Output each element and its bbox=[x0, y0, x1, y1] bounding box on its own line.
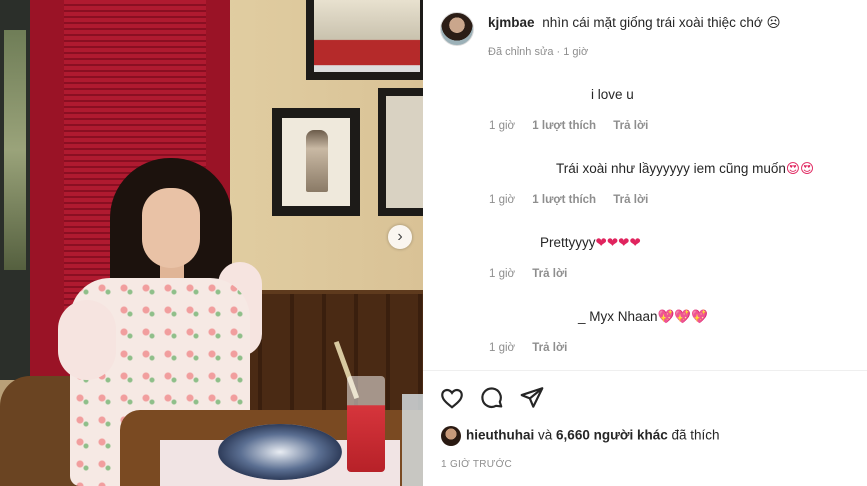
author-avatar[interactable] bbox=[440, 12, 474, 46]
photo-person-sleeve-left bbox=[58, 300, 116, 380]
comments-panel: kjmbae nhìn cái mặt giống trái xoài thiệ… bbox=[423, 0, 867, 486]
comment-text: Prettyyyy❤❤❤❤ bbox=[540, 235, 641, 251]
comment-emoji: 💖💖💖 bbox=[657, 309, 708, 325]
comment-body: i love u bbox=[591, 87, 634, 102]
photo-drink-glass bbox=[347, 376, 385, 472]
comment-time: 1 giờ bbox=[489, 194, 516, 206]
photo-picture-top bbox=[314, 0, 420, 72]
like-button[interactable] bbox=[439, 385, 465, 411]
share-button[interactable] bbox=[519, 385, 545, 411]
post-caption: kjmbae nhìn cái mặt giống trái xoài thiệ… bbox=[488, 15, 781, 31]
author-username[interactable]: kjmbae bbox=[488, 15, 535, 30]
caption-emoji: ☹ bbox=[766, 15, 781, 31]
comment-reply-button[interactable]: Trả lời bbox=[613, 194, 648, 206]
comment-text: _ Myx Nhaan💖💖💖 bbox=[578, 309, 708, 325]
comment-meta: 1 giờ Trả lời bbox=[489, 268, 581, 280]
photo-plate bbox=[218, 424, 342, 480]
comment-text: i love u bbox=[591, 87, 634, 102]
comment-time: 1 giờ bbox=[489, 120, 516, 132]
paper-plane-icon bbox=[520, 387, 544, 408]
heart-outline-icon bbox=[441, 388, 463, 409]
photo-water-glass bbox=[402, 394, 423, 486]
likes-others-link[interactable]: 6,660 người khác bbox=[556, 428, 668, 443]
photo-person-face bbox=[142, 188, 200, 268]
comment-body: _ Myx Nhaan bbox=[578, 309, 658, 324]
comment-emoji: 😍😍 bbox=[785, 161, 815, 177]
liker-username[interactable]: hieuthuhai bbox=[466, 428, 534, 443]
photo-window-glass bbox=[4, 30, 26, 270]
post-photo[interactable]: › bbox=[0, 0, 423, 486]
comment-button[interactable] bbox=[479, 385, 505, 411]
actions-divider bbox=[423, 370, 867, 371]
comment-emoji: ❤❤❤❤ bbox=[595, 235, 641, 251]
comment-reply-button[interactable]: Trả lời bbox=[532, 268, 567, 280]
liker-avatar[interactable] bbox=[441, 426, 461, 446]
comment-meta: 1 giờ 1 lượt thích Trả lời bbox=[489, 194, 662, 206]
comment-bubble-icon bbox=[481, 387, 503, 408]
caption-edited-meta: Đã chỉnh sửa · 1 giờ bbox=[488, 46, 589, 58]
likes-summary: hieuthuhai và 6,660 người khác đã thích bbox=[441, 426, 720, 446]
comment-time: 1 giờ bbox=[489, 342, 516, 354]
photo-picture-figure bbox=[306, 130, 328, 192]
comment-reply-button[interactable]: Trả lời bbox=[532, 342, 567, 354]
photo-picture-right bbox=[386, 96, 423, 208]
likes-suffix: đã thích bbox=[671, 427, 720, 443]
comment-body: Trái xoài như lầyyyyyy iem cũng muốn bbox=[556, 161, 786, 176]
comment-time: 1 giờ bbox=[489, 268, 516, 280]
carousel-next-button[interactable]: › bbox=[388, 225, 412, 249]
comment-meta: 1 giờ 1 lượt thích Trả lời bbox=[489, 120, 662, 132]
comment-reply-button[interactable]: Trả lời bbox=[613, 120, 648, 132]
comment-likes-link[interactable]: 1 lượt thích bbox=[532, 194, 596, 206]
likes-connector: và bbox=[538, 427, 553, 443]
comment-body: Prettyyyy bbox=[540, 235, 596, 250]
comment-meta: 1 giờ Trả lời bbox=[489, 342, 581, 354]
post-timestamp[interactable]: 1 GIỜ TRƯỚC bbox=[441, 459, 512, 470]
comment-text: Trái xoài như lầyyyyyy iem cũng muốn😍😍 bbox=[556, 161, 814, 177]
comment-likes-link[interactable]: 1 lượt thích bbox=[532, 120, 596, 132]
caption-text: nhìn cái mặt giống trái xoài thiệc chớ bbox=[542, 15, 763, 30]
